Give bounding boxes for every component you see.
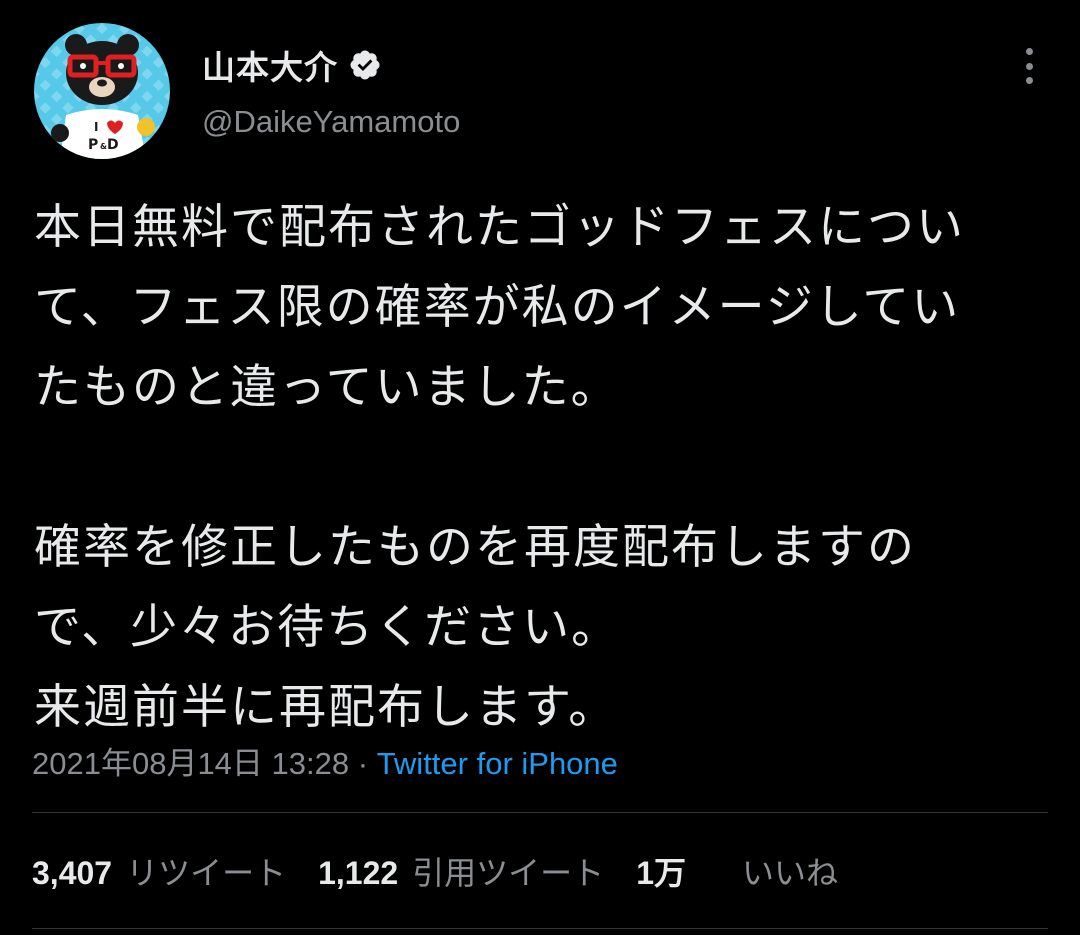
- more-dot-icon: [1025, 62, 1033, 70]
- tweet-timestamp[interactable]: 2021年08月14日 13:28: [32, 746, 349, 781]
- retweets-stat[interactable]: 3,407 リツイート: [32, 848, 286, 894]
- svg-text:&: &: [100, 142, 107, 151]
- like-label: いいね: [742, 854, 839, 892]
- divider: [32, 812, 1048, 813]
- tweet-line: 来週前半に再配布します。: [34, 680, 618, 735]
- like-count: 1万: [636, 855, 686, 891]
- retweet-count: 3,407: [32, 855, 113, 891]
- svg-text:P: P: [88, 137, 98, 153]
- tweet-line: 本日無料で配布されたゴッドフェスについ: [34, 200, 965, 255]
- tweet-line: て、フェス限の確率が私のイメージしてい: [34, 280, 961, 335]
- tweet-text: 本日無料で配布されたゴッドフェスについ て、フェス限の確率が私のイメージしてい …: [34, 188, 1049, 748]
- bear-mascot-avatar-icon: I P & D: [34, 23, 170, 159]
- divider: [32, 928, 1048, 929]
- tweet-line: 確率を修正したものを再度配布しますの: [34, 520, 916, 575]
- more-dot-icon: [1025, 48, 1033, 55]
- tweet-line: たものと違っていました。: [34, 360, 620, 415]
- author-handle[interactable]: @DaikeYamamoto: [202, 104, 460, 140]
- tweet-meta: 2021年08月14日 13:28 · Twitter for iPhone: [32, 738, 618, 783]
- author-name-row[interactable]: 山本大介: [202, 42, 382, 88]
- quote-count: 1,122: [318, 855, 399, 891]
- display-name[interactable]: 山本大介: [202, 41, 338, 89]
- tweet-source-link[interactable]: Twitter for iPhone: [377, 746, 618, 781]
- verified-badge-icon: [348, 48, 382, 82]
- tweet-line: で、少々お待ちください。: [34, 600, 621, 655]
- avatar[interactable]: I P & D: [34, 23, 170, 159]
- svg-text:D: D: [107, 137, 119, 153]
- quote-label: 引用ツイート: [412, 854, 605, 892]
- likes-stat[interactable]: 1万 いいね: [636, 848, 838, 894]
- tweet-stats: 3,407 リツイート 1,122 引用ツイート 1万 いいね: [32, 846, 870, 896]
- svg-text:I: I: [94, 120, 98, 134]
- more-options-button[interactable]: [1010, 44, 1048, 88]
- meta-separator: ·: [349, 746, 377, 781]
- retweet-label: リツイート: [126, 854, 287, 892]
- quotes-stat[interactable]: 1,122 引用ツイート: [318, 848, 604, 894]
- more-dot-icon: [1025, 77, 1033, 84]
